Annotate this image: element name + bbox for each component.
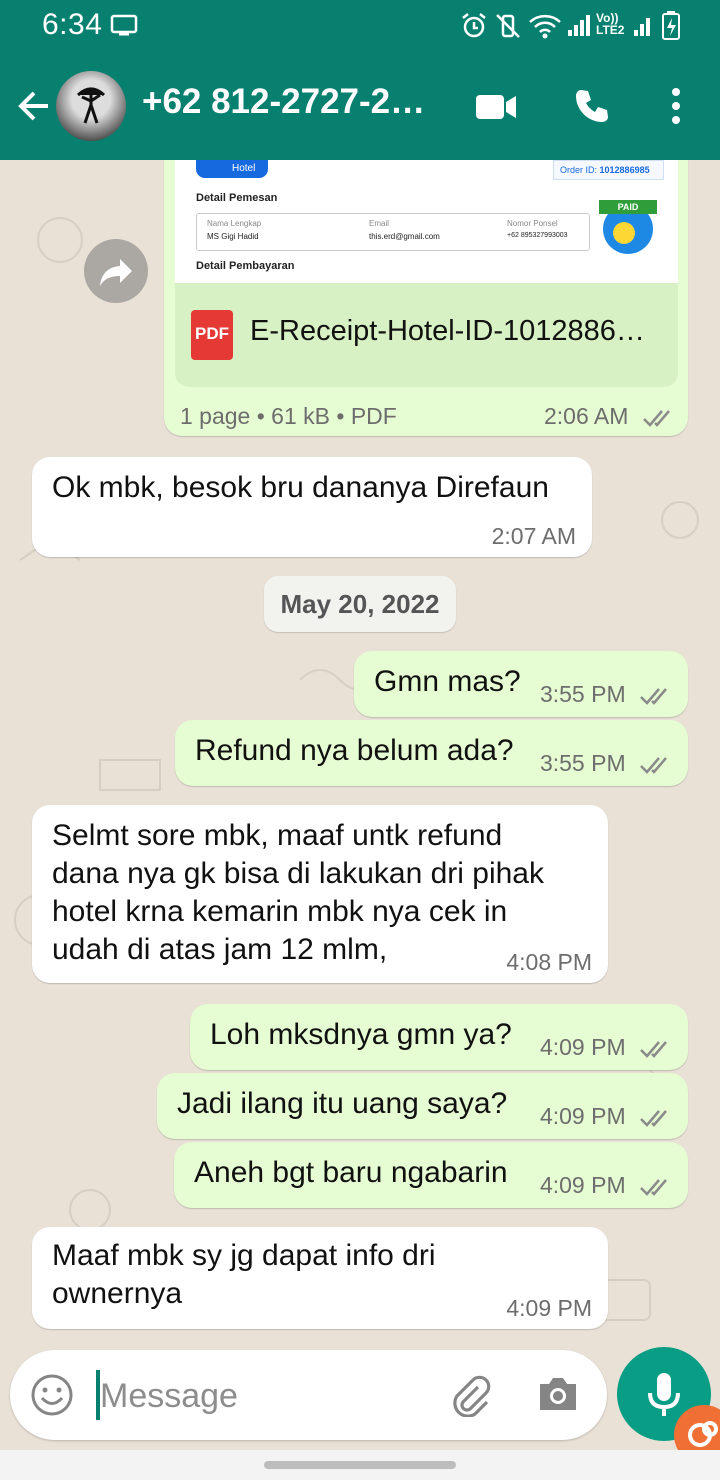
home-indicator[interactable] (264, 1461, 456, 1469)
message-time: 4:09 PM (540, 1172, 672, 1199)
alarm-icon (462, 13, 486, 38)
status-time: 6:34 (42, 8, 103, 41)
emoji-icon[interactable] (30, 1373, 74, 1417)
message-time: 3:55 PM (540, 681, 672, 708)
message-text: Loh mksdnya gmn ya? (210, 1018, 512, 1051)
hotel-tag-label: Hotel (232, 163, 256, 174)
message-time-text: 4:09 PM (539, 1034, 626, 1060)
message-time: 3:55 PM (540, 750, 672, 777)
double-check-icon (640, 1041, 667, 1058)
pdf-icon: PDF (191, 310, 233, 360)
message-text: Refund nya belum ada? (195, 734, 514, 767)
message-text: Selmt sore mbk, maaf untk refund dana ny… (52, 819, 544, 966)
order-label: Order ID: (560, 165, 598, 175)
payment-section-title: Detail Pembayaran (196, 260, 295, 272)
message-time-text: 3:55 PM (539, 681, 626, 707)
message-time: 4:09 PM (540, 1034, 672, 1061)
message-time: 4:08 PM (506, 949, 592, 975)
message-bubble-incoming[interactable]: Selmt sore mbk, maaf untk refund dana ny… (32, 805, 608, 983)
booking-details-box: Nama Lengkap MS Gigi Hadid Email this.er… (196, 213, 590, 251)
document-time-text: 2:06 AM (544, 403, 629, 429)
back-arrow-icon[interactable] (14, 86, 54, 126)
message-time: 2:07 AM (491, 523, 576, 549)
message-bubble-outgoing[interactable]: Jadi ilang itu uang saya? 4:09 PM (157, 1073, 688, 1139)
message-text: Ok mbk, besok bru dananya Direfaun (52, 471, 549, 504)
name-value: MS Gigi Hadid (207, 232, 259, 241)
date-divider: May 20, 2022 (264, 576, 456, 632)
message-text: Maaf mbk sy jg dapat info dri ownernya (52, 1239, 436, 1310)
message-time: 4:09 PM (506, 1295, 592, 1321)
message-text: Gmn mas? (374, 665, 521, 698)
message-bubble-incoming[interactable]: Ok mbk, besok bru dananya Direfaun 2:07 … (32, 457, 592, 557)
email-value: this.erd@gmail.com (369, 232, 440, 241)
forward-button[interactable] (84, 239, 148, 303)
booking-section-title: Detail Pemesan (196, 192, 278, 204)
paid-badge-icon: PAID (599, 200, 657, 254)
signal-icon (568, 15, 590, 36)
double-check-icon (640, 688, 667, 705)
message-input[interactable] (98, 1368, 422, 1424)
forward-icon (100, 259, 132, 286)
vibrate-mute-icon (496, 14, 520, 38)
phone-value: +62 895327993003 (507, 232, 568, 239)
chat-header: +62 812-2727-26… (0, 68, 720, 148)
document-file-row[interactable]: PDF E-Receipt-Hotel-ID-1012886… (175, 283, 678, 387)
document-info: 1 page • 61 kB • PDF (180, 403, 397, 429)
double-check-icon (640, 757, 667, 774)
paid-badge-label: PAID (599, 200, 657, 214)
more-vert-icon[interactable] (664, 86, 688, 126)
chat-area[interactable]: Hotel Order ID: 1012886985 Detail Pemesa… (0, 160, 720, 1350)
email-label: Email (369, 219, 390, 228)
phone-icon[interactable] (572, 86, 612, 126)
name-label: Nama Lengkap (207, 219, 262, 228)
signal-2-icon (634, 18, 650, 36)
message-bubble-outgoing[interactable]: Gmn mas? 3:55 PM (354, 651, 688, 717)
wifi-icon (529, 14, 561, 39)
battery-charging-icon (662, 11, 680, 40)
double-check-icon (640, 1179, 667, 1196)
message-text: Jadi ilang itu uang saya? (177, 1087, 508, 1120)
screen-cast-icon (110, 14, 138, 36)
double-check-icon (642, 410, 670, 427)
camera-icon[interactable] (536, 1374, 580, 1414)
hotel-tag: Hotel (196, 160, 268, 178)
message-bubble-outgoing[interactable]: Aneh bgt baru ngabarin 4:09 PM (174, 1142, 688, 1208)
receipt-preview-image[interactable]: Hotel Order ID: 1012886985 Detail Pemesa… (175, 160, 678, 283)
message-time-text: 4:09 PM (539, 1172, 626, 1198)
message-composer (10, 1350, 607, 1440)
message-time: 4:09 PM (540, 1103, 672, 1130)
message-bubble-outgoing[interactable]: Loh mksdnya gmn ya? 4:09 PM (190, 1004, 688, 1070)
pdf-icon-label: PDF (195, 324, 229, 343)
phone-label: Nomor Ponsel (507, 219, 558, 228)
avatar[interactable] (56, 71, 126, 141)
order-id-box: Order ID: 1012886985 (553, 160, 664, 180)
message-text: Aneh bgt baru ngabarin (194, 1156, 508, 1189)
document-time: 2:06 AM (544, 403, 675, 430)
contact-name[interactable]: +62 812-2727-26… (142, 82, 442, 122)
message-time-text: 3:55 PM (539, 750, 626, 776)
message-time-text: 4:09 PM (539, 1103, 626, 1129)
attach-icon[interactable] (448, 1373, 492, 1417)
network-label: Vo)) LTE2 (596, 11, 625, 37)
order-id: 1012886985 (599, 165, 650, 175)
message-bubble-incoming[interactable]: Maaf mbk sy jg dapat info dri ownernya 4… (32, 1227, 608, 1329)
double-check-icon (640, 1110, 667, 1127)
top-bar: 6:34 Vo)) LTE2 +62 812-2727-26… (0, 0, 720, 160)
document-file-name: E-Receipt-Hotel-ID-1012886… (250, 315, 645, 347)
message-bubble-outgoing[interactable]: Refund nya belum ada? 3:55 PM (175, 720, 688, 786)
video-call-icon[interactable] (474, 92, 518, 122)
